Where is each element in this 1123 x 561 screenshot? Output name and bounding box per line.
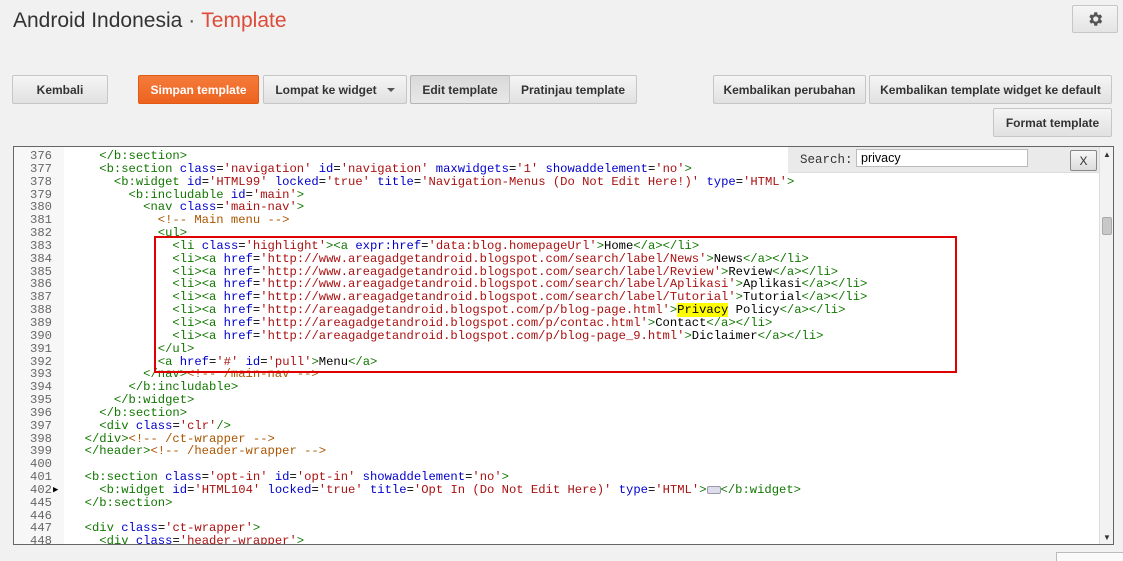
preview-template-tab[interactable]: Pratinjau template: [509, 75, 637, 104]
line-number: 378: [30, 174, 52, 189]
line-number: 390: [30, 328, 52, 343]
code-editor[interactable]: 376 </b:section> 377 <b:section class='na…: [13, 146, 1114, 545]
search-close-button[interactable]: X: [1070, 150, 1097, 171]
line-number: 377: [30, 161, 52, 176]
edit-template-tab[interactable]: Edit template: [410, 75, 510, 104]
code-text: <div class='header-wrapper'>: [99, 534, 305, 545]
line-number: 391: [30, 341, 52, 356]
section-title: Template: [201, 9, 287, 32]
code-line[interactable]: 396 </b:section>: [14, 405, 1099, 420]
scroll-down-arrow-icon[interactable]: ▼: [1100, 530, 1113, 544]
search-bar: Search: X: [788, 147, 1100, 173]
revert-changes-button[interactable]: Kembalikan perubahan: [713, 75, 866, 104]
vertical-scrollbar[interactable]: ▲ ▼: [1099, 147, 1113, 544]
line-number: 395: [30, 393, 52, 408]
settings-button[interactable]: [1072, 5, 1118, 33]
search-label: Search:: [800, 153, 853, 167]
revert-widgets-default-button[interactable]: Kembalikan template widget ke default: [869, 75, 1112, 104]
fold-arrow-icon[interactable]: ▶: [53, 484, 58, 497]
line-number: 445: [30, 495, 52, 510]
back-button[interactable]: Kembali: [12, 75, 108, 104]
code-line[interactable]: 445 </b:section>: [14, 495, 1099, 510]
line-number: 382: [30, 226, 52, 241]
title-separator: ·: [188, 9, 196, 32]
code-line[interactable]: 402 ▶ <b:widget id='HTML104' locked='true…: [14, 484, 1099, 497]
scrollbar-thumb[interactable]: [1102, 217, 1112, 235]
line-number: 383: [30, 238, 52, 253]
scroll-up-arrow-icon[interactable]: ▲: [1100, 147, 1113, 161]
blog-name[interactable]: Android Indonesia: [13, 9, 182, 32]
code-text: </header><!-- /header-wrapper -->: [84, 444, 327, 459]
top-header: Android Indonesia · Template: [0, 0, 1123, 44]
format-template-button[interactable]: Format template: [993, 108, 1112, 137]
fold-marker-icon[interactable]: [706, 485, 721, 494]
line-number: 384: [30, 251, 52, 266]
line-number: 397: [30, 418, 52, 433]
corner-panel: [1056, 552, 1123, 561]
line-number: 396: [30, 405, 52, 420]
highlight-box: [154, 236, 957, 373]
code-text: </b:section>: [84, 495, 173, 510]
search-input[interactable]: [856, 149, 1028, 167]
code-line[interactable]: 448 <div class='header-wrapper'>: [14, 534, 1099, 545]
code-text: <b:widget id='HTML104' locked='true' tit…: [99, 482, 801, 497]
line-number: 402: [30, 482, 52, 497]
jump-to-widget-dropdown[interactable]: Lompat ke widget: [263, 75, 407, 104]
page-title: Android Indonesia · Template: [13, 9, 287, 33]
gear-icon: [1089, 12, 1103, 26]
line-number: 376: [30, 149, 52, 163]
chevron-down-icon: [386, 87, 395, 92]
code-line[interactable]: 399 </header><!-- /header-wrapper -->: [14, 445, 1099, 458]
line-number: 389: [30, 315, 52, 330]
jump-to-widget-label: Lompat ke widget: [275, 82, 377, 97]
line-number: 448: [30, 534, 52, 545]
line-number: 401: [30, 470, 52, 485]
save-template-button[interactable]: Simpan template: [138, 75, 259, 104]
